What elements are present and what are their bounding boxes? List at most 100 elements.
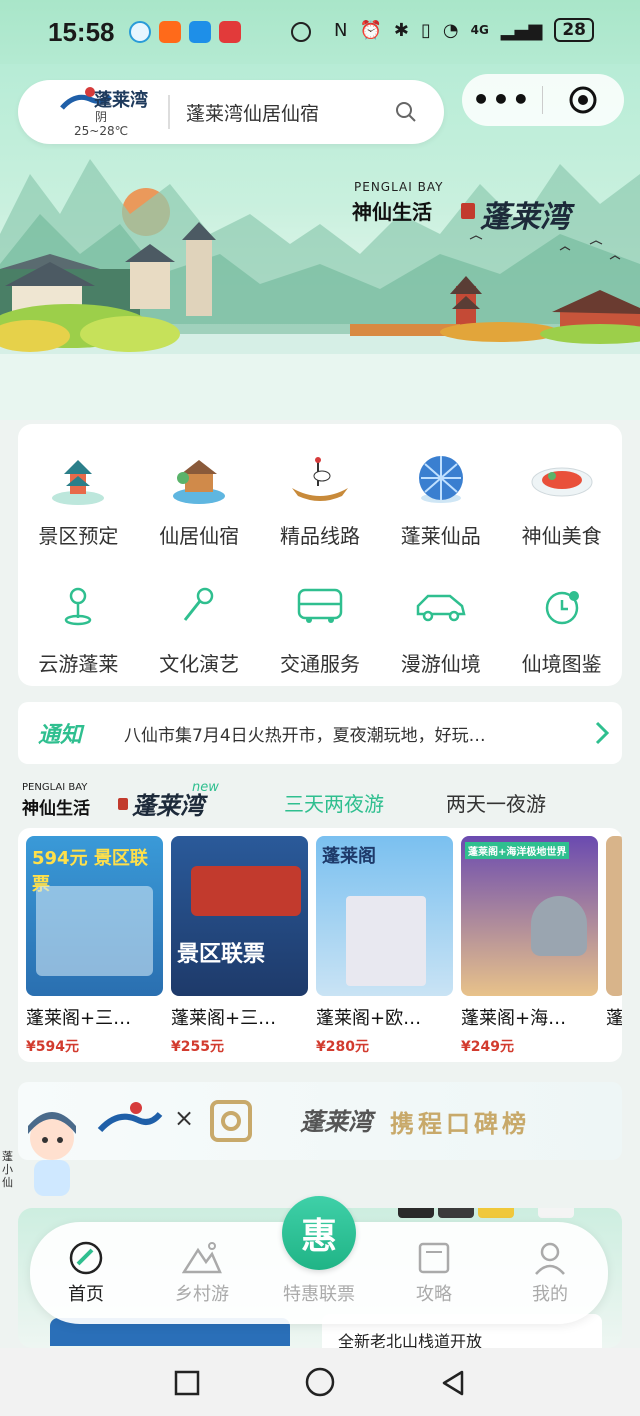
menu-item-roam[interactable]: 漫游仙境 [380,574,501,677]
tab-label: 乡村游 [175,1284,229,1305]
menu-label: 文化演艺 [159,652,240,676]
product-title: 蓬莱阁+欧… [316,1008,422,1029]
status-right: N ⏰ ✱ ▯ ◔ 4G ▂▄▆ 28 [334,18,594,42]
taobao-icon [158,21,181,43]
notice-text: 八仙市集7月4日火热开市，夏夜潮玩地，好玩… [124,725,486,746]
menu-item-performance[interactable]: 文化演艺 [139,574,260,677]
hero-seal-icon [461,203,475,219]
new-tag: new [192,780,219,795]
product-price: ¥594元 [26,1039,79,1055]
scroll-icon [418,1242,450,1274]
product-card[interactable]: 蓬莱阁 蓬莱阁+欧… ¥280元 [316,836,453,1056]
section-brand-cn: 神仙生活 [22,799,90,819]
search-input[interactable]: 蓬莱湾仙居仙宿 [186,99,386,126]
food-plate-icon [530,446,594,510]
menu-label: 漫游仙境 [400,652,481,676]
product-card[interactable]: 景区联票 蓬莱阁+三… ¥255元 [171,836,308,1056]
menu-item-scenic-booking[interactable]: 景区预定 [18,446,139,549]
product-image-tag: 蓬莱阁+海洋极地世界 [465,842,570,859]
menu-item-products[interactable]: 蓬莱仙品 [380,446,501,549]
menu-label: 神仙美食 [521,524,602,548]
section-seal-icon [118,798,128,810]
chevron-right-icon[interactable] [582,720,622,746]
menu-label: 云游蓬莱 [38,652,119,676]
menu-label: 交通服务 [279,652,360,676]
menu-label: 仙境图鉴 [521,652,602,676]
partner-logo-icon [97,1102,163,1133]
home-circle-icon[interactable] [304,1366,336,1398]
menu-item-lodging[interactable]: 仙居仙宿 [139,446,260,549]
app-logo[interactable]: 蓬莱湾 阴 25~28℃ [18,80,168,144]
tab-three-days[interactable]: 三天两夜游 [284,788,384,817]
menu-item-cloud-tour[interactable]: 云游蓬莱 [18,574,139,677]
alipay-icon [188,21,211,43]
status-app-icons [128,21,241,43]
menu-label: 景区预定 [38,524,119,548]
alarm-icon: ⏰ [359,19,382,41]
product-price: ¥249元 [461,1039,514,1055]
tab-mine[interactable]: 我的 [500,1240,600,1306]
crane-boat-icon [288,446,352,510]
product-image-tag: 景区联票 [177,942,266,967]
red-app-icon [218,21,241,43]
hero-brand-en: PENGLAI BAY [354,180,444,194]
search-icon[interactable] [386,92,426,132]
wifi-icon: ◔ [442,19,459,41]
section-brand-en: PENGLAI BAY [22,782,88,793]
product-title: 蓬莱阁+三… [171,1008,277,1029]
special-offer-label: 特惠联票 [283,1284,355,1305]
network-label: 4G [470,23,489,37]
pagoda-icon [46,446,110,510]
feature-menu: 景区预定 仙居仙宿 精品线路 蓬莱仙品 神仙美食 云游蓬莱 文化演艺 交通服务 … [18,424,622,686]
collab-rank: 携程口碑榜 [390,1110,530,1138]
collab-banner[interactable]: × 蓬莱湾 携程口碑榜 [18,1082,622,1160]
mountain-icon [182,1242,222,1274]
product-title: 蓬莱阁+海… [461,1008,567,1029]
tab-village[interactable]: 乡村游 [152,1240,252,1306]
weather-temp: 25~28℃ [74,124,129,138]
collab-x: × [174,1104,195,1132]
product-card[interactable]: 蓬莱阁+海洋极地世界 蓬莱阁+海… ¥249元 [461,836,598,1056]
close-miniprogram-button[interactable] [543,85,623,115]
more-menu-button[interactable]: ••• [462,86,542,114]
tab-home[interactable]: 首页 [36,1240,136,1306]
signal-icon: ▂▄▆ [500,19,543,41]
status-time: 15:58 [48,16,115,47]
system-nav-bar [0,1348,640,1416]
home-icon [69,1241,103,1275]
search-bar[interactable]: 蓬莱湾 阴 25~28℃ 蓬莱湾仙居仙宿 [18,80,444,144]
product-image: 蓬莱阁 [316,836,453,996]
menu-item-transport[interactable]: 交通服务 [260,574,381,677]
product-image [606,836,622,996]
hero-brand-script: 蓬莱湾 [480,200,570,235]
section-header: PENGLAI BAY 神仙生活 蓬莱湾 new 三天两夜游 两天一夜游 [18,780,622,824]
ai-assistant-name: 蓬小仙 [2,1150,13,1189]
product-image: 蓬莱阁+海洋极地世界 [461,836,598,996]
menu-item-routes[interactable]: 精品线路 [260,446,381,549]
product-carousel[interactable]: 594元 景区联票 蓬莱阁+三… ¥594元 景区联票 蓬莱阁+三… ¥255元… [18,828,622,1062]
tab-guide[interactable]: 攻略 [384,1240,484,1306]
tab-label: 攻略 [416,1284,452,1305]
menu-row-2: 云游蓬莱 文化演艺 交通服务 漫游仙境 仙境图鉴 [18,574,622,677]
menu-label: 仙居仙宿 [159,524,240,548]
product-image-tag: 蓬莱阁 [322,846,376,867]
product-image: 594元 景区联票 [26,836,163,996]
weather-widget: 阴 25~28℃ [74,110,128,138]
tab-label: 我的 [532,1284,568,1305]
product-card[interactable]: 594元 景区联票 蓬莱阁+三… ¥594元 [26,836,163,1056]
back-triangle-icon[interactable] [438,1368,468,1398]
menu-item-atlas[interactable]: 仙境图鉴 [501,574,622,677]
notice-bar[interactable]: 通知 八仙市集7月4日火热开市，夏夜潮玩地，好玩… [18,702,622,764]
product-card[interactable]: 蓬 [606,836,622,1030]
tab-two-days[interactable]: 两天一夜游 [446,788,546,817]
app-notification-icon [128,21,151,43]
special-offer-button[interactable]: 惠 [282,1196,356,1270]
sync-icon [290,22,311,42]
recent-apps-icon[interactable] [172,1368,202,1398]
notice-badge: 通知 [38,723,83,748]
menu-item-food[interactable]: 神仙美食 [501,446,622,549]
cabin-icon [167,446,231,510]
ctrip-logo-icon [210,1100,252,1142]
target-icon [569,86,597,114]
product-price: ¥255元 [171,1039,224,1055]
